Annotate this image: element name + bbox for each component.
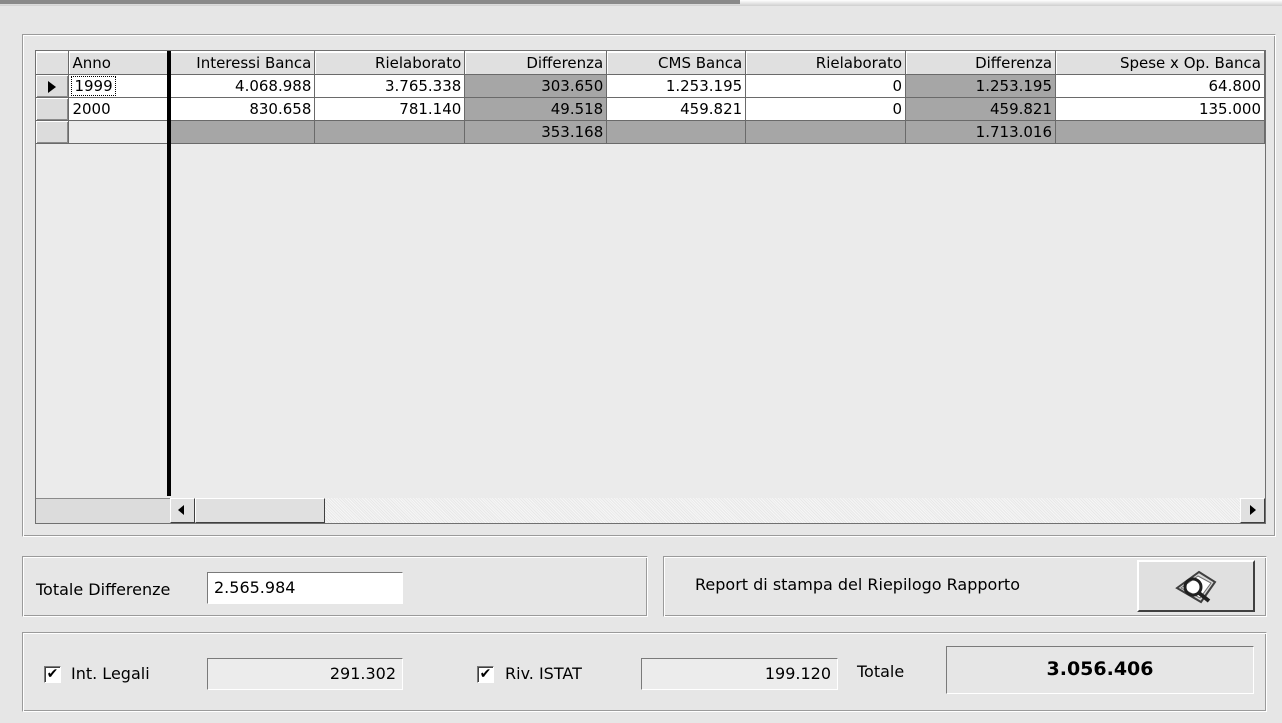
total-cell-rielaborato-cms [745, 120, 907, 144]
column-header-interessi-banca[interactable]: Interessi Banca [167, 51, 316, 75]
riv-istat-label: Riv. ISTAT [505, 664, 582, 683]
riv-istat-field: 199.120 [641, 658, 838, 690]
total-cell-spese-op-banca [1055, 120, 1265, 144]
cell-differenza-cms[interactable]: 1.253.195 [905, 74, 1057, 98]
print-report-button[interactable] [1137, 560, 1255, 612]
int-legali-checkbox[interactable]: ✔ [44, 666, 61, 683]
total-cell-interessi-banca [167, 120, 316, 144]
cell-rielaborato[interactable]: 3.765.338 [314, 74, 466, 98]
cell-rielaborato-cms[interactable]: 0 [745, 97, 907, 121]
table-row[interactable]: 2000 830.658 781.140 49.518 459.821 0 45… [36, 97, 1265, 121]
int-legali-field: 291.302 [207, 658, 403, 690]
row-selector[interactable] [36, 74, 70, 98]
row-selector[interactable] [36, 97, 70, 121]
scrollbar-thumb[interactable] [195, 498, 325, 523]
column-header-differenza-cms[interactable]: Differenza [905, 51, 1057, 75]
arrow-right-icon [1250, 505, 1256, 515]
total-cell-differenza: 353.168 [464, 120, 608, 144]
scroll-left-button[interactable] [170, 498, 195, 523]
total-cell-cms-banca [606, 120, 747, 144]
cell-anno[interactable]: 2000 [68, 97, 169, 121]
int-legali-label: Int. Legali [71, 664, 150, 683]
report-label: Report di stampa del Riepilogo Rapporto [695, 575, 1020, 594]
cell-differenza-cms[interactable]: 459.821 [905, 97, 1057, 121]
arrow-left-icon [178, 505, 184, 515]
scroll-right-button[interactable] [1240, 498, 1265, 523]
cell-spese-op-banca[interactable]: 64.800 [1055, 74, 1265, 98]
grid-header-row: Anno Interessi Banca Rielaborato Differe… [36, 51, 1265, 75]
total-cell-anno [68, 120, 169, 144]
column-header-rielaborato-cms[interactable]: Rielaborato [745, 51, 907, 75]
scrollbar-left-fill [36, 498, 170, 523]
column-header-spese-op-banca[interactable]: Spese x Op. Banca [1055, 51, 1265, 75]
top-divider [0, 0, 1282, 6]
cell-differenza[interactable]: 49.518 [464, 97, 608, 121]
horizontal-scrollbar[interactable] [170, 498, 1265, 523]
cell-spese-op-banca[interactable]: 135.000 [1055, 97, 1265, 121]
column-header-differenza[interactable]: Differenza [464, 51, 608, 75]
cell-cms-banca[interactable]: 1.253.195 [606, 74, 747, 98]
data-grid[interactable]: Anno Interessi Banca Rielaborato Differe… [35, 50, 1266, 524]
table-row[interactable]: 1999 4.068.988 3.765.338 303.650 1.253.1… [36, 74, 1265, 98]
magnifier-print-icon [1175, 570, 1217, 604]
column-header-cms-banca[interactable]: CMS Banca [606, 51, 747, 75]
totale-differenze-label: Totale Differenze [36, 580, 171, 599]
frozen-column-divider [167, 51, 171, 496]
totale-label: Totale [857, 662, 905, 681]
cell-interessi-banca[interactable]: 830.658 [167, 97, 316, 121]
column-header-rielaborato[interactable]: Rielaborato [314, 51, 466, 75]
totals-row: 353.168 1.713.016 [36, 120, 1265, 144]
total-cell-differenza-cms: 1.713.016 [905, 120, 1057, 144]
totale-differenze-field[interactable]: 2.565.984 [207, 572, 403, 604]
cell-interessi-banca[interactable]: 4.068.988 [167, 74, 316, 98]
row-selector-header [36, 51, 70, 75]
total-cell-rielaborato [314, 120, 466, 144]
cell-anno[interactable]: 1999 [68, 74, 169, 98]
main-window: Anno Interessi Banca Rielaborato Differe… [0, 0, 1282, 723]
cell-rielaborato[interactable]: 781.140 [314, 97, 466, 121]
data-table: Anno Interessi Banca Rielaborato Differe… [36, 51, 1265, 144]
cell-cms-banca[interactable]: 459.821 [606, 97, 747, 121]
cell-differenza[interactable]: 303.650 [464, 74, 608, 98]
row-pointer-icon [48, 80, 57, 93]
column-header-anno[interactable]: Anno [68, 51, 169, 75]
cell-rielaborato-cms[interactable]: 0 [745, 74, 907, 98]
totale-value: 3.056.406 [946, 646, 1254, 694]
row-selector[interactable] [36, 120, 70, 144]
riv-istat-checkbox[interactable]: ✔ [477, 666, 494, 683]
